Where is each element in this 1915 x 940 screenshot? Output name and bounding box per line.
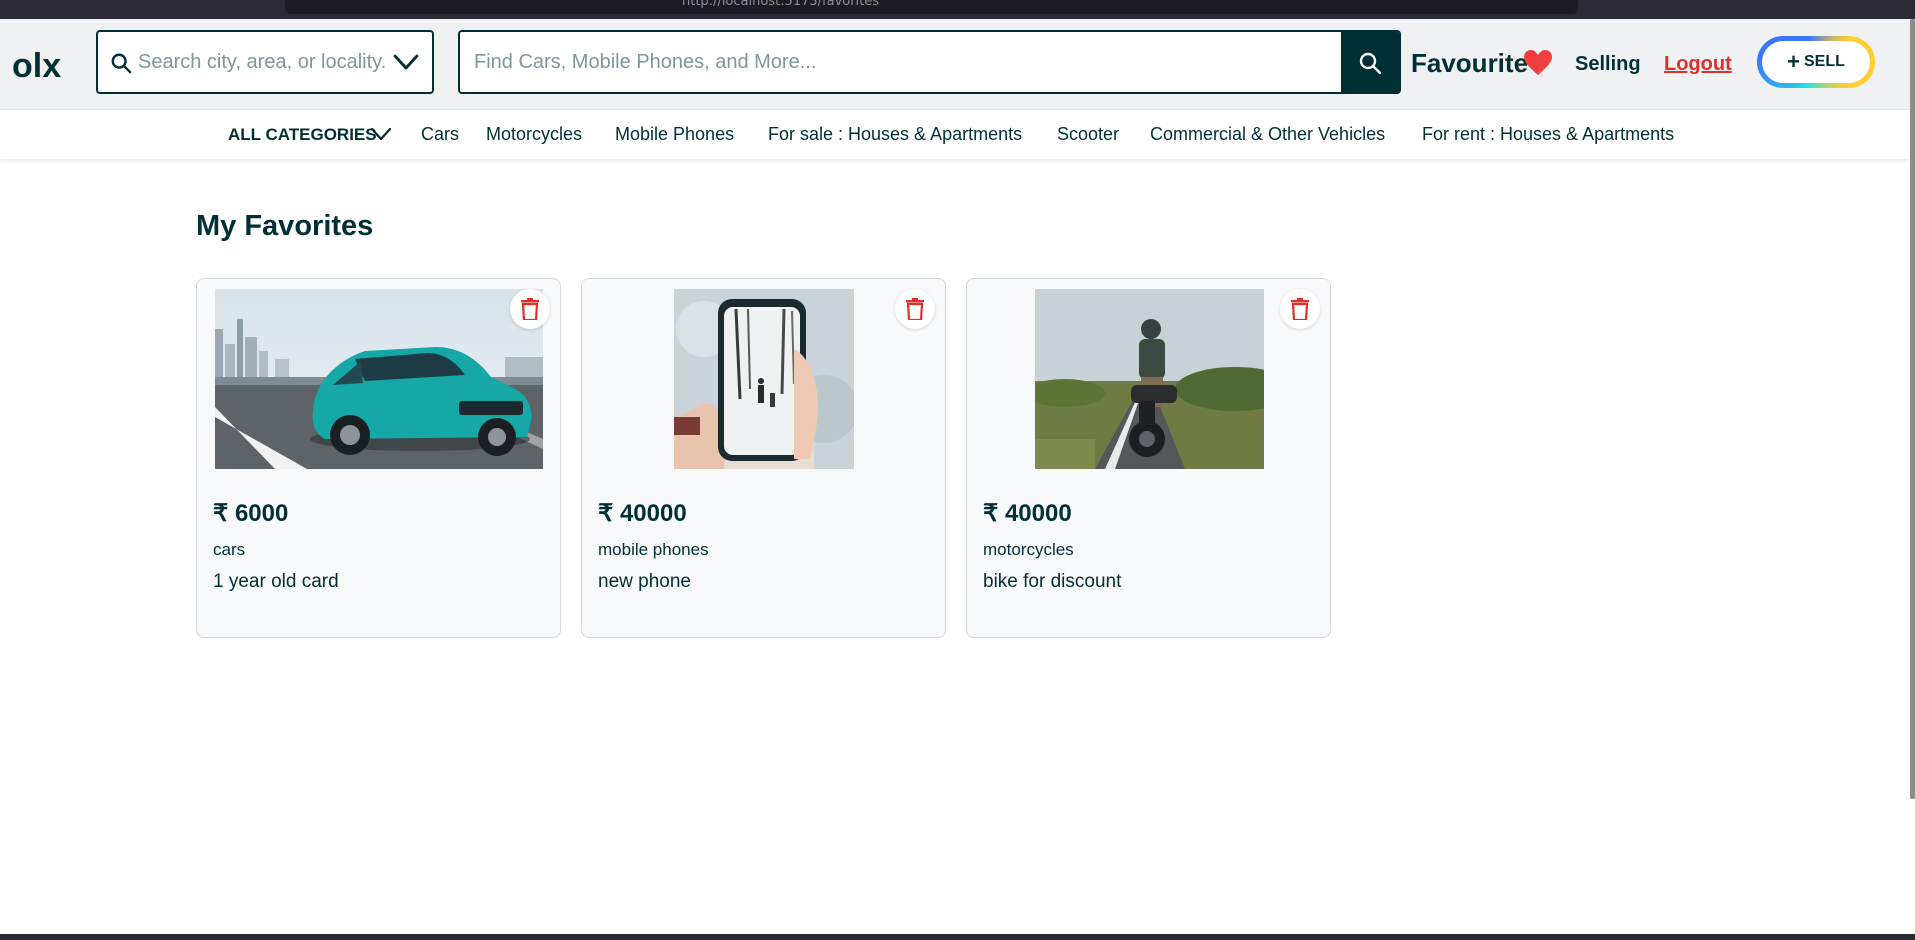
browser-url-bar[interactable]: http://localhost:5173/favorites xyxy=(285,0,1578,14)
search-icon xyxy=(111,53,132,74)
site-header: olx Favourite Selling Logout + SELL xyxy=(0,19,1910,109)
page-scrollbar[interactable] xyxy=(1910,19,1915,799)
main-search xyxy=(458,30,1401,94)
browser-toolbar: http://localhost:5173/favorites xyxy=(0,0,1915,19)
search-icon xyxy=(1359,52,1382,75)
main-search-input[interactable] xyxy=(474,44,1324,80)
browser-bottom-bar xyxy=(0,934,1915,940)
olx-logo[interactable]: olx xyxy=(12,48,72,84)
favorite-price: ₹ 40000 xyxy=(598,500,687,527)
favorite-category: motorcycles xyxy=(983,540,1074,559)
favourite-link[interactable]: Favourite xyxy=(1411,48,1528,79)
favorite-card[interactable]: ₹ 6000 cars 1 year old card xyxy=(196,278,561,638)
category-scooter[interactable]: Scooter xyxy=(1057,124,1119,145)
category-for-sale-houses[interactable]: For sale : Houses & Apartments xyxy=(768,124,1022,145)
category-bar: ALL CATEGORIES Cars Motorcycles Mobile P… xyxy=(0,109,1910,159)
location-input[interactable] xyxy=(138,44,388,80)
delete-favorite-button[interactable] xyxy=(895,289,935,329)
selling-link[interactable]: Selling xyxy=(1575,53,1641,76)
category-cars[interactable]: Cars xyxy=(421,124,459,145)
favorite-price: ₹ 40000 xyxy=(983,500,1072,527)
favorite-description: new phone xyxy=(598,571,691,592)
search-button[interactable] xyxy=(1341,32,1399,92)
hand-holding-phone-photo xyxy=(674,289,854,469)
sell-button[interactable]: + SELL xyxy=(1757,36,1875,88)
favorite-description: bike for discount xyxy=(983,571,1122,592)
category-motorcycles[interactable]: Motorcycles xyxy=(486,124,582,145)
heart-icon[interactable] xyxy=(1524,50,1552,76)
logo-text: olx xyxy=(12,48,61,84)
scrollbar-thumb[interactable] xyxy=(1910,19,1915,799)
category-commercial-vehicles[interactable]: Commercial & Other Vehicles xyxy=(1150,124,1385,145)
page-title: My Favorites xyxy=(196,210,374,242)
favorite-description: 1 year old card xyxy=(213,571,339,592)
trash-icon xyxy=(1291,298,1309,320)
favorite-category: cars xyxy=(213,540,246,559)
trash-icon xyxy=(521,298,539,320)
favorite-card[interactable]: ₹ 40000 mobile phones new phone xyxy=(581,278,946,638)
category-mobile-phones[interactable]: Mobile Phones xyxy=(615,124,734,145)
delete-favorite-button[interactable] xyxy=(1280,289,1320,329)
favorite-price: ₹ 6000 xyxy=(213,500,289,527)
trash-icon xyxy=(906,298,924,320)
favorite-category: mobile phones xyxy=(598,540,709,559)
teal-hatchback-car-photo xyxy=(215,289,543,469)
favorite-card[interactable]: ₹ 40000 motorcycles bike for discount xyxy=(966,278,1331,638)
logout-link[interactable]: Logout xyxy=(1664,53,1732,76)
chevron-down-icon[interactable] xyxy=(392,50,420,74)
sell-button-label: SELL xyxy=(1803,53,1845,70)
location-search[interactable] xyxy=(96,30,434,94)
chevron-down-icon[interactable] xyxy=(370,125,392,143)
all-categories-button[interactable]: ALL CATEGORIES xyxy=(228,125,377,145)
browser-url-text: http://localhost:5173/favorites xyxy=(682,0,880,9)
rider-on-motorcycle-photo xyxy=(1035,289,1264,469)
sell-button-inner: + SELL xyxy=(1762,41,1870,83)
plus-icon: + xyxy=(1787,49,1800,74)
category-for-rent-houses[interactable]: For rent : Houses & Apartments xyxy=(1422,124,1674,145)
delete-favorite-button[interactable] xyxy=(510,289,550,329)
